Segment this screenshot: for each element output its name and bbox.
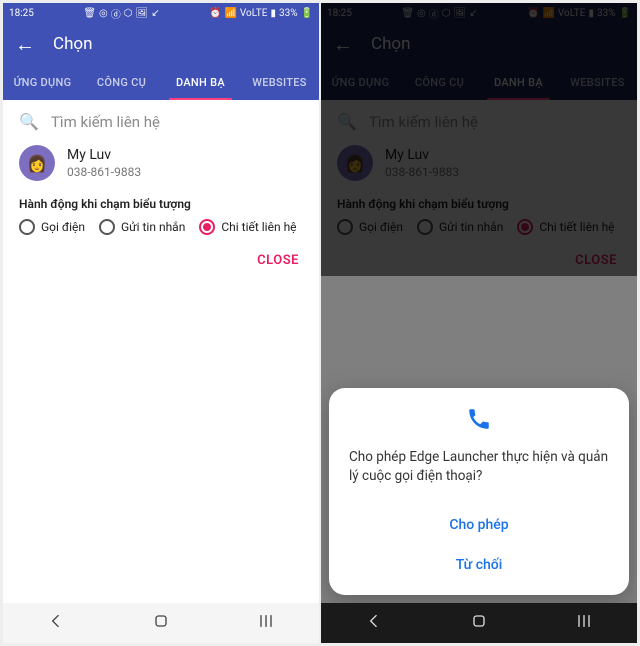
nav-recents-icon[interactable] — [574, 611, 594, 635]
avatar: 👩 — [19, 145, 55, 181]
search-placeholder: Tìm kiếm liên hệ — [51, 113, 160, 131]
nav-recents-icon[interactable] — [256, 611, 276, 635]
back-icon[interactable]: ← — [15, 34, 35, 54]
system-nav — [321, 603, 637, 643]
search-row[interactable]: 🔍 Tìm kiếm liên hệ — [3, 100, 319, 139]
status-right-icons: ⏰📶VoLTE▮33%🔋 — [209, 8, 313, 19]
tab-websites[interactable]: WEBSITES — [240, 64, 319, 100]
nav-back-icon[interactable] — [364, 611, 384, 635]
dialog-allow-button[interactable]: Cho phép — [349, 505, 609, 545]
tab-tools[interactable]: CÔNG CỤ — [82, 64, 161, 100]
status-icons: 🗑◎ⓓ⬡🖼↙ — [83, 6, 159, 21]
section-label: Hành động khi chạm biểu tượng — [3, 191, 319, 219]
nav-back-icon[interactable] — [46, 611, 66, 635]
tab-apps[interactable]: ỨNG DỤNG — [3, 64, 82, 100]
dialog-text: Cho phép Edge Launcher thực hiện và quản… — [349, 448, 609, 487]
contact-name: My Luv — [67, 147, 141, 163]
permission-dialog: Cho phép Edge Launcher thực hiện và quản… — [329, 388, 629, 595]
nav-home-icon[interactable] — [469, 611, 489, 635]
status-time: 18:25 — [9, 8, 34, 19]
dialog-deny-button[interactable]: Từ chối — [349, 545, 609, 585]
radio-call[interactable]: Gọi điện — [19, 219, 85, 235]
tab-bar: ỨNG DỤNG CÔNG CỤ DANH BẠ WEBSITES — [3, 64, 319, 100]
system-nav — [3, 603, 319, 643]
app-title: Chọn — [53, 34, 93, 54]
phone-icon — [349, 406, 609, 436]
contact-phone: 038-861-9883 — [67, 165, 141, 179]
app-bar: ← Chọn — [3, 24, 319, 64]
search-icon: 🔍 — [19, 112, 39, 131]
radio-group: Gọi điện Gửi tin nhắn Chi tiết liên hệ — [3, 219, 319, 245]
content-area: 🔍 Tìm kiếm liên hệ 👩 My Luv 038-861-9883… — [3, 100, 319, 603]
tab-contacts[interactable]: DANH BẠ — [161, 64, 240, 100]
status-bar: 18:25 🗑◎ⓓ⬡🖼↙ ⏰📶VoLTE▮33%🔋 — [3, 3, 319, 24]
nav-home-icon[interactable] — [151, 611, 171, 635]
contact-row[interactable]: 👩 My Luv 038-861-9883 — [3, 139, 319, 191]
phone-right: 18:25 🗑◎ⓓ⬡🖼↙ ⏰📶VoLTE▮33%🔋 ← Chọn ỨNG DỤN… — [321, 3, 637, 643]
radio-message[interactable]: Gửi tin nhắn — [99, 219, 185, 235]
radio-details[interactable]: Chi tiết liên hệ — [199, 219, 296, 235]
close-button[interactable]: CLOSE — [3, 245, 319, 276]
phone-left: 18:25 🗑◎ⓓ⬡🖼↙ ⏰📶VoLTE▮33%🔋 ← Chọn ỨNG DỤN… — [3, 3, 319, 643]
